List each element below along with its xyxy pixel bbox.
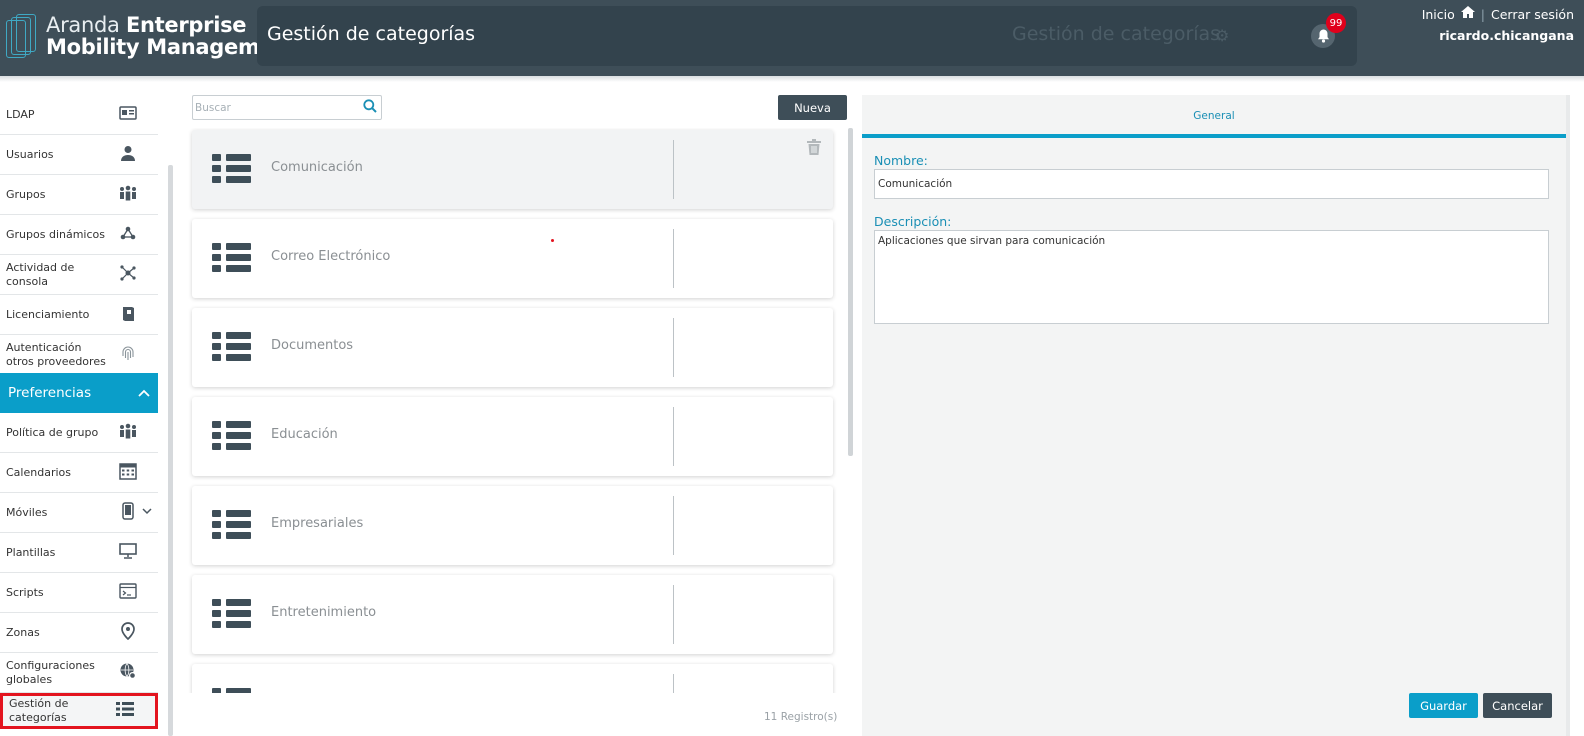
notification-badge[interactable]: 99 <box>1326 13 1346 33</box>
list-icon <box>212 510 252 540</box>
category-card[interactable] <box>192 664 833 693</box>
name-field[interactable] <box>874 169 1549 199</box>
aranda-logo-icon <box>6 14 36 60</box>
description-field[interactable]: Aplicaciones que sirvan para comunicació… <box>874 230 1549 324</box>
sidebar-item-autenticacion[interactable]: Autenticación otros proveedores <box>0 335 158 375</box>
category-list: Comunicación Correo Electrónico Document… <box>180 128 850 693</box>
logout-link[interactable]: Cerrar sesión <box>1491 7 1574 22</box>
sidebar-item-usuarios[interactable]: Usuarios <box>0 135 158 175</box>
globe-gear-icon <box>118 662 138 684</box>
sidebar-item-gestion-categorias[interactable]: Gestión de categorías <box>0 693 158 729</box>
sidebar-item-moviles[interactable]: Móviles <box>0 493 158 533</box>
category-card[interactable]: Comunicación <box>192 130 833 209</box>
card-divider <box>673 407 674 466</box>
user-icon <box>118 145 138 165</box>
sidebar-scrollbar[interactable] <box>168 165 173 736</box>
save-button[interactable]: Guardar <box>1409 693 1478 718</box>
sidebar-item-scripts[interactable]: Scripts <box>0 573 158 613</box>
title-bar: Gestión de categorías Gestión de categor… <box>257 6 1357 66</box>
page-title: Gestión de categorías <box>267 23 476 45</box>
chevron-down-icon[interactable] <box>142 505 152 518</box>
home-icon[interactable] <box>1460 6 1475 22</box>
records-count: 11 Registro(s) <box>764 711 838 723</box>
sidebar-item-politica-grupo[interactable]: Política de grupo <box>0 413 158 453</box>
category-name: Documentos <box>271 338 354 353</box>
calendar-icon <box>118 462 138 484</box>
sidebar-item-calendarios[interactable]: Calendarios <box>0 453 158 493</box>
category-name: Educación <box>271 427 338 442</box>
group-icon <box>118 185 138 205</box>
tab-general[interactable]: General <box>862 95 1566 138</box>
sidebar-item-grupos-dinamicos[interactable]: Grupos dinámicos <box>0 215 158 255</box>
top-header: Aranda Enterprise Mobility Management Ge… <box>0 0 1584 76</box>
sidebar: LDAP Usuarios Grupos Grupos dinámicos Ac… <box>0 95 158 736</box>
category-name: Empresariales <box>271 516 364 531</box>
fingerprint-icon <box>118 344 138 366</box>
card-divider <box>673 318 674 377</box>
hub-icon <box>118 264 138 285</box>
gear-icon: ⚙ <box>1215 26 1230 45</box>
category-name: Entretenimiento <box>271 605 377 620</box>
terminal-icon <box>118 582 138 603</box>
header-shadow <box>0 76 1584 82</box>
sidebar-section-preferencias[interactable]: Preferencias <box>0 373 158 413</box>
link-separator: | <box>1480 6 1485 22</box>
network-icon <box>118 226 138 244</box>
card-divider <box>673 140 674 199</box>
category-name: Comunicación <box>271 160 363 175</box>
chevron-up-icon <box>138 385 150 401</box>
card-divider <box>673 674 674 693</box>
list-icon <box>212 688 252 693</box>
list-scrollbar[interactable] <box>848 128 853 456</box>
search-box <box>192 95 382 120</box>
sidebar-item-ldap[interactable]: LDAP <box>0 95 158 135</box>
trash-icon[interactable] <box>807 139 821 159</box>
category-name: Correo Electrónico <box>271 249 391 264</box>
cancel-button[interactable]: Cancelar <box>1483 693 1552 718</box>
category-card[interactable]: Educación <box>192 397 833 476</box>
map-pin-icon <box>118 621 138 644</box>
top-links: Inicio | Cerrar sesión <box>1422 6 1574 22</box>
page-scrollbar[interactable] <box>1566 95 1570 736</box>
list-icon <box>212 332 252 362</box>
search-icon[interactable] <box>363 99 377 117</box>
ghost-title: Gestión de categorías <box>1012 23 1221 45</box>
sidebar-item-actividad-consola[interactable]: Actividad de consola <box>0 255 158 295</box>
list-icon <box>115 702 135 720</box>
category-card[interactable]: Entretenimiento <box>192 575 833 654</box>
category-card[interactable]: Correo Electrónico <box>192 219 833 298</box>
brand-logo[interactable]: Aranda Enterprise Mobility Management <box>6 14 298 60</box>
card-divider <box>673 585 674 644</box>
sidebar-item-zonas[interactable]: Zonas <box>0 613 158 653</box>
description-label: Descripción: <box>874 214 952 229</box>
username[interactable]: ricardo.chicangana <box>1439 28 1574 43</box>
list-icon <box>212 599 252 629</box>
sidebar-item-plantillas[interactable]: Plantillas <box>0 533 158 573</box>
list-icon <box>212 154 252 184</box>
search-input[interactable] <box>193 96 358 119</box>
name-label: Nombre: <box>874 153 928 168</box>
mobile-icon <box>118 501 138 524</box>
id-card-icon <box>118 105 138 124</box>
detail-panel: General Nombre: Descripción: Aplicacione… <box>862 95 1566 736</box>
presentation-icon <box>118 542 138 563</box>
license-book-icon <box>118 305 138 325</box>
sidebar-item-grupos[interactable]: Grupos <box>0 175 158 215</box>
home-link[interactable]: Inicio <box>1422 7 1455 22</box>
card-divider <box>673 496 674 555</box>
cursor-marker <box>551 239 554 242</box>
category-card[interactable]: Documentos <box>192 308 833 387</box>
card-divider <box>673 229 674 288</box>
new-category-button[interactable]: Nueva <box>778 95 847 120</box>
sidebar-item-configuraciones-globales[interactable]: Configuraciones globales <box>0 653 158 693</box>
group-icon <box>118 423 138 443</box>
sidebar-item-licenciamiento[interactable]: Licenciamiento <box>0 295 158 335</box>
list-icon <box>212 421 252 451</box>
list-icon <box>212 243 252 273</box>
category-card[interactable]: Empresariales <box>192 486 833 565</box>
